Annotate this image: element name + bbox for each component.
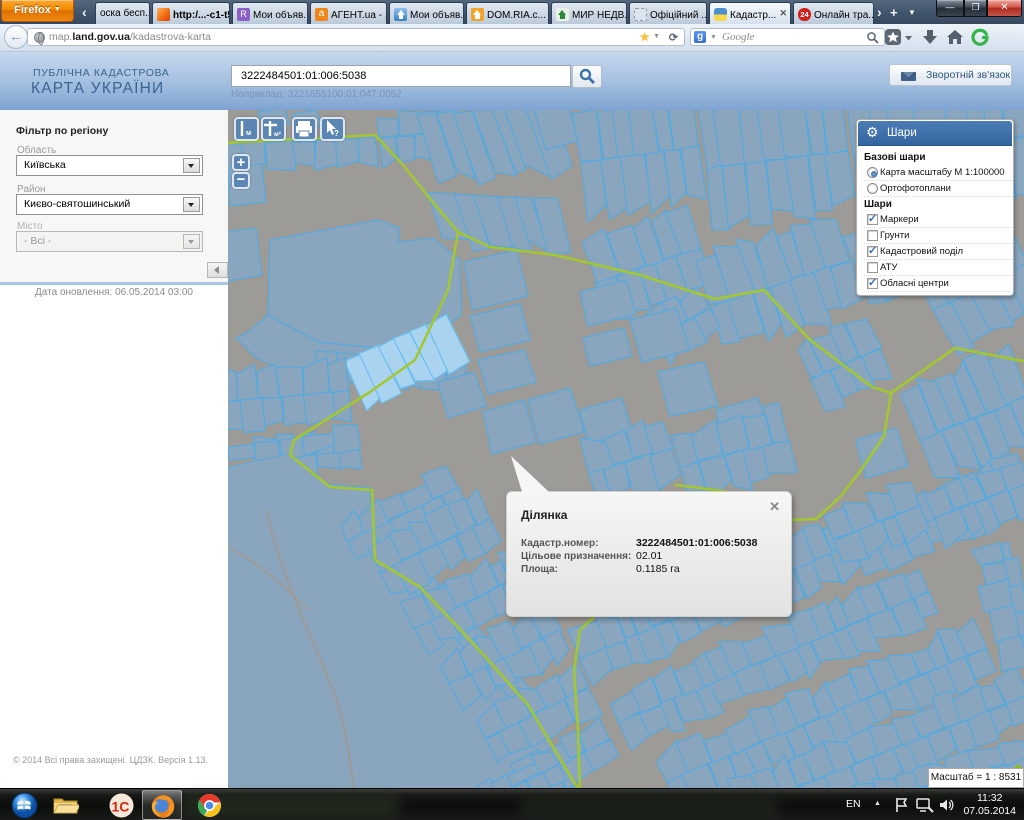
svg-text:м: м [246, 130, 251, 137]
svg-text:1С: 1С [112, 799, 130, 815]
svg-text:?: ? [334, 129, 339, 138]
svg-text:м²: м² [274, 131, 282, 138]
